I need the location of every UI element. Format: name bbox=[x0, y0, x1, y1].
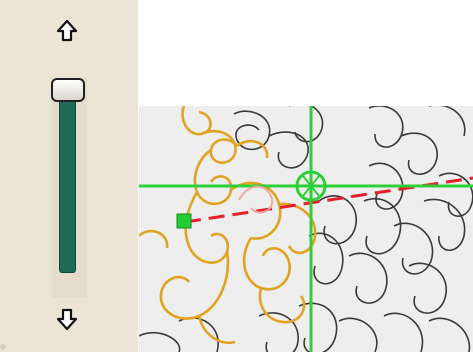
zoom-in-button[interactable] bbox=[54, 18, 80, 44]
zoom-slider-thumb[interactable] bbox=[51, 78, 85, 102]
active-pattern bbox=[139, 106, 317, 345]
quilt-pattern-canvas[interactable] bbox=[139, 106, 473, 352]
zoom-out-button[interactable] bbox=[54, 306, 80, 332]
start-marker[interactable] bbox=[176, 213, 192, 229]
panel-edge-dot bbox=[0, 344, 6, 350]
inactive-pattern bbox=[139, 106, 473, 352]
arrow-down-icon bbox=[56, 308, 78, 331]
arrow-up-icon bbox=[56, 19, 78, 42]
zoom-panel bbox=[0, 0, 138, 352]
zoom-slider-track[interactable] bbox=[59, 92, 76, 273]
pattern-preview bbox=[139, 106, 473, 352]
